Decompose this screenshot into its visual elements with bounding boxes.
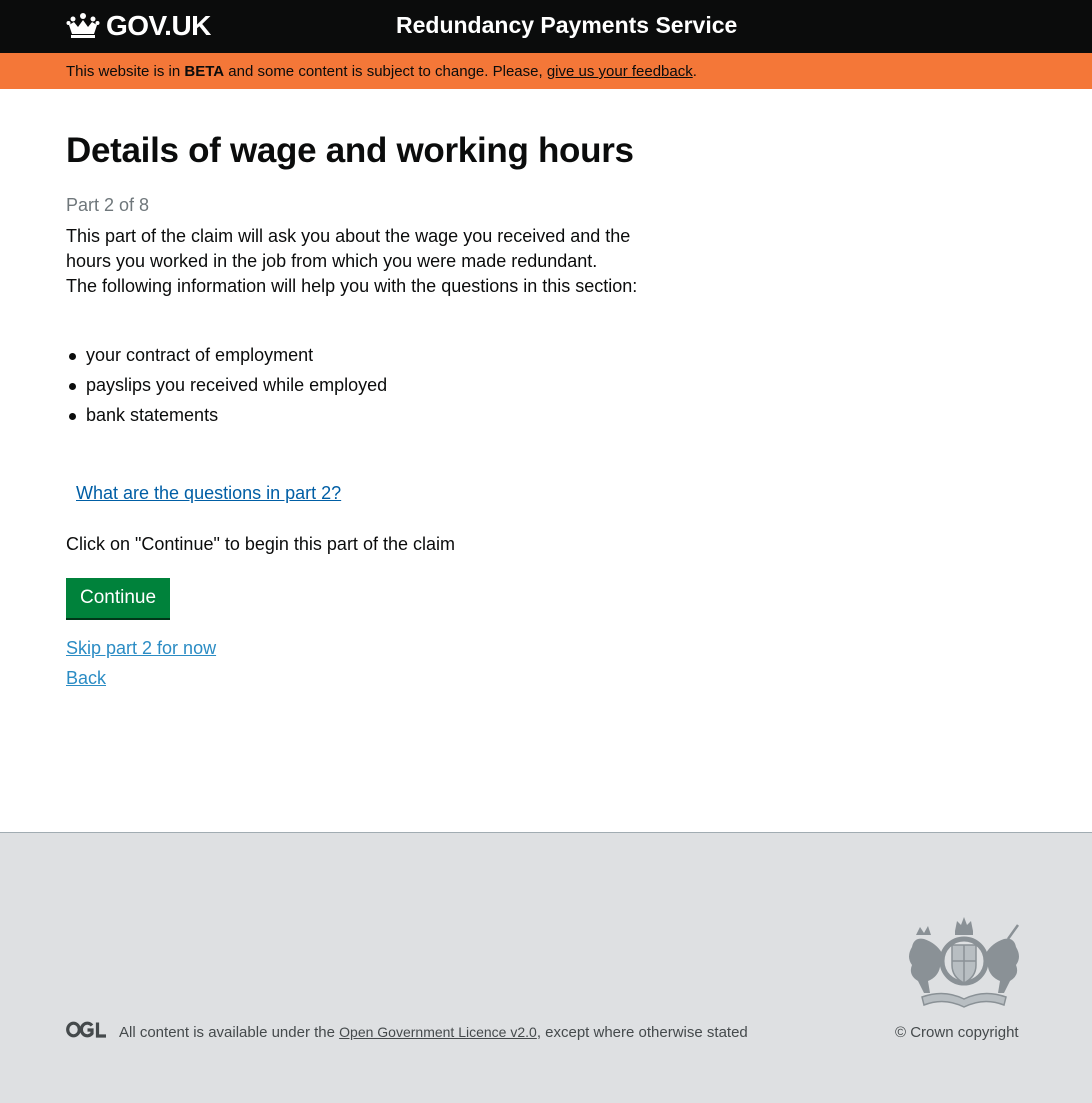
site-header: GOV.UK Redundancy Payments Service — [0, 0, 1092, 53]
continue-instruction: Click on "Continue" to begin this part o… — [66, 534, 455, 554]
list-item: payslips you received while employed — [66, 373, 387, 403]
page-title: Details of wage and working hours — [66, 131, 634, 170]
govuk-logo-link[interactable]: GOV.UK — [66, 10, 211, 42]
questions-details-link[interactable]: What are the questions in part 2? — [76, 483, 341, 504]
licence-prefix: All content is available under the — [119, 1024, 340, 1041]
licence-link[interactable]: Open Government Licence v2.0 — [339, 1024, 537, 1040]
site-footer: All content is available under the Open … — [0, 832, 1092, 1103]
part-caption: Part 2 of 8 — [66, 195, 150, 215]
beta-banner-middle: and some content is subject to change. P… — [224, 63, 547, 80]
intro-paragraph-2: The following information will help you … — [66, 276, 638, 296]
intro-text: This part of the claim will ask you abou… — [66, 224, 646, 299]
beta-banner-prefix: This website is in — [66, 63, 185, 80]
intro-paragraph-1: This part of the claim will ask you abou… — [66, 226, 631, 271]
beta-banner: This website is in BETA and some content… — [0, 53, 1092, 89]
continue-button[interactable]: Continue — [66, 578, 171, 618]
royal-coat-of-arms-icon — [909, 917, 1020, 1008]
document-list: your contract of employment payslips you… — [66, 343, 387, 433]
crown-icon — [66, 13, 100, 38]
licence-text: All content is available under the Open … — [119, 1024, 748, 1041]
beta-tag: BETA — [184, 63, 225, 80]
back-link[interactable]: Back — [66, 668, 106, 689]
crown-copyright-link[interactable]: © Crown copyright — [895, 1024, 1019, 1041]
list-item: bank statements — [66, 403, 387, 433]
licence-suffix: , except where otherwise stated — [536, 1024, 748, 1041]
service-name-link[interactable]: Redundancy Payments Service — [396, 12, 737, 39]
govuk-logo-text: GOV.UK — [106, 10, 211, 41]
skip-part-link[interactable]: Skip part 2 for now — [66, 638, 216, 659]
list-item: your contract of employment — [66, 343, 387, 373]
ogl-logo-icon — [66, 1021, 106, 1038]
beta-banner-suffix: . — [692, 63, 697, 80]
feedback-link[interactable]: give us your feedback — [547, 63, 693, 80]
